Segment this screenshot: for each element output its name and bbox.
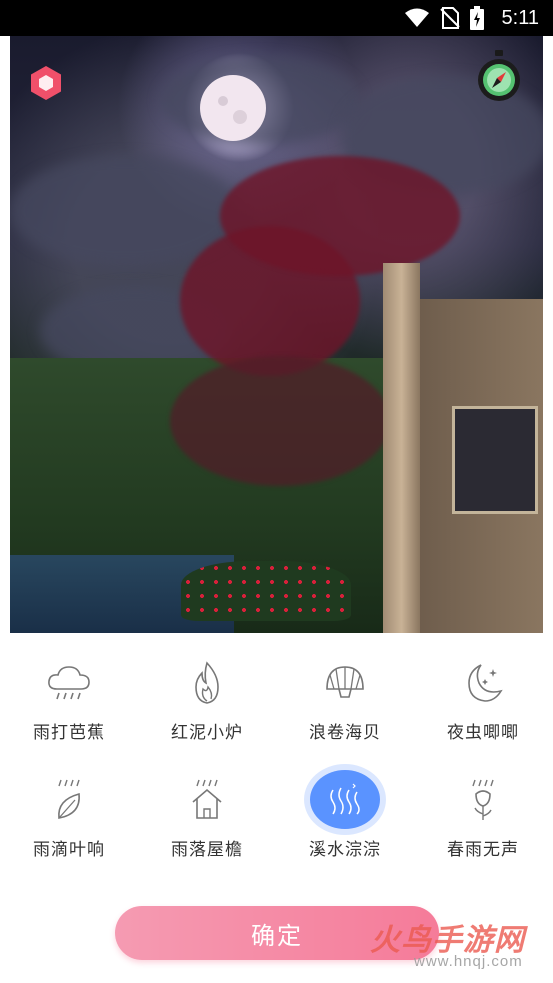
- sound-item-spring-rain[interactable]: 春雨无声: [414, 750, 552, 860]
- status-bar: 5:11: [0, 0, 553, 36]
- sound-label: 红泥小炉: [171, 723, 243, 743]
- sound-label: 浪卷海贝: [309, 723, 381, 743]
- scene-view[interactable]: [10, 36, 543, 633]
- sound-item-seashell[interactable]: 浪卷海贝: [276, 633, 414, 743]
- sound-label: 溪水淙淙: [309, 840, 381, 860]
- no-sim-icon: [439, 7, 460, 29]
- watermark-logo: 火鸟手游网 www.hnqj.com: [370, 915, 545, 975]
- sound-label: 雨滴叶响: [33, 840, 105, 860]
- sound-item-night-insects[interactable]: 夜虫唧唧: [414, 633, 552, 743]
- wifi-icon: [404, 8, 429, 27]
- shell-icon: [326, 665, 364, 698]
- sound-label: 夜虫唧唧: [447, 723, 519, 743]
- status-time: 5:11: [501, 6, 539, 29]
- sound-grid: 雨打芭蕉 红泥小炉 浪卷海贝 夜虫唧唧 雨滴叶响 雨落屋檐 溪水淙淙 春雨无声: [0, 633, 553, 903]
- sound-item-clay-stove[interactable]: 红泥小炉: [138, 633, 276, 743]
- watermark-url: www.hnqj.com: [414, 953, 523, 970]
- hexagon-icon: [31, 66, 61, 100]
- flame-icon: [195, 660, 219, 704]
- sound-label: 雨落屋檐: [171, 840, 243, 860]
- cottage-window: [452, 406, 538, 514]
- moon-image: [200, 75, 266, 141]
- rain-house-icon: [192, 779, 222, 819]
- sound-item-stream[interactable]: 溪水淙淙: [276, 750, 414, 860]
- cloud-rain-icon: [48, 665, 90, 699]
- compass-icon: [478, 50, 520, 101]
- rain-leaf-icon: [58, 779, 80, 819]
- sound-item-rain-banana[interactable]: 雨打芭蕉: [0, 633, 138, 743]
- rain-flower-icon: [472, 779, 494, 820]
- sound-label: 雨打芭蕉: [33, 723, 105, 743]
- settings-hex-button[interactable]: [28, 65, 64, 101]
- sound-label: 春雨无声: [447, 840, 519, 860]
- sound-item-rain-eaves[interactable]: 雨落屋檐: [138, 750, 276, 860]
- sound-item-rain-leaves[interactable]: 雨滴叶响: [0, 750, 138, 860]
- battery-charging-icon: [469, 6, 484, 30]
- stream-icon: [330, 783, 360, 815]
- timer-button[interactable]: [477, 50, 521, 104]
- moon-stars-icon: [468, 663, 503, 702]
